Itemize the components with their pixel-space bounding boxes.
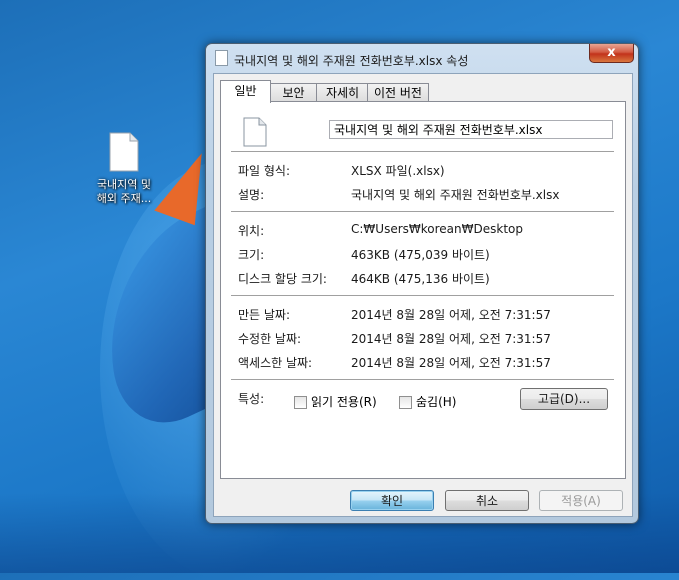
title-bar[interactable]: 국내지역 및 해외 주재원 전화번호부.xlsx 속성 x [206,44,638,72]
separator [231,295,614,297]
size-label: 크기: [238,248,265,262]
tab-previous-versions[interactable]: 이전 버전 [367,83,429,102]
created-label: 만든 날짜: [238,308,291,322]
general-tab-panel: 국내지역 및 해외 주재원 전화번호부.xlsx 파일 형식: XLSX 파일(… [220,101,626,479]
separator [231,211,614,213]
readonly-checkbox[interactable]: 읽기 전용(R) [294,393,377,410]
file-type-label: 파일 형식: [238,164,291,178]
attributes-label: 특성: [238,392,265,406]
file-name-input[interactable]: 국내지역 및 해외 주재원 전화번호부.xlsx [329,120,613,139]
checkbox-box[interactable] [294,396,307,409]
file-type-icon [243,117,267,147]
location-label: 위치: [238,224,265,238]
desktop-icon-label: 국내지역 및 해외 주재... [96,178,152,205]
accessed-value: 2014년 8월 28일 어제, 오전 7:31:57 [351,356,551,370]
window-title: 국내지역 및 해외 주재원 전화번호부.xlsx 속성 [234,54,469,68]
document-icon [109,132,139,172]
readonly-checkbox-label: 읽기 전용(R) [311,395,377,409]
tab-details[interactable]: 자세히 [316,83,369,102]
document-icon [215,50,228,66]
created-value: 2014년 8월 28일 어제, 오전 7:31:57 [351,308,551,322]
checkbox-box[interactable] [399,396,412,409]
tab-security[interactable]: 보안 [269,83,318,102]
cancel-button[interactable]: 취소 [445,490,529,511]
apply-button[interactable]: 적용(A) [539,490,623,511]
size-on-disk-value: 464KB (475,136 바이트) [351,272,490,286]
modified-value: 2014년 8월 28일 어제, 오전 7:31:57 [351,332,551,346]
description-label: 설명: [238,188,265,202]
ok-button[interactable]: 확인 [350,490,434,511]
modified-label: 수정한 날짜: [238,332,302,346]
advanced-button[interactable]: 고급(D)... [520,388,608,410]
file-type-value: XLSX 파일(.xlsx) [351,164,445,178]
size-value: 463KB (475,039 바이트) [351,248,490,262]
size-on-disk-label: 디스크 할당 크기: [238,272,327,286]
description-value: 국내지역 및 해외 주재원 전화번호부.xlsx [351,188,560,202]
location-value: C:₩Users₩korean₩Desktop [351,222,523,236]
dialog-body: 일반 보안 자세히 이전 버전 국내지역 및 해외 주재원 전화번호부.xlsx… [213,73,633,517]
hidden-checkbox[interactable]: 숨김(H) [399,393,456,410]
separator [231,379,614,381]
close-button[interactable]: x [589,44,634,63]
hidden-checkbox-label: 숨김(H) [416,395,457,409]
desktop-file-icon[interactable]: 국내지역 및 해외 주재... [82,132,166,206]
separator [231,151,614,153]
accessed-label: 액세스한 날짜: [238,356,313,370]
properties-dialog: 국내지역 및 해외 주재원 전화번호부.xlsx 속성 x 일반 보안 자세히 … [205,43,639,524]
tab-general[interactable]: 일반 [220,80,271,103]
